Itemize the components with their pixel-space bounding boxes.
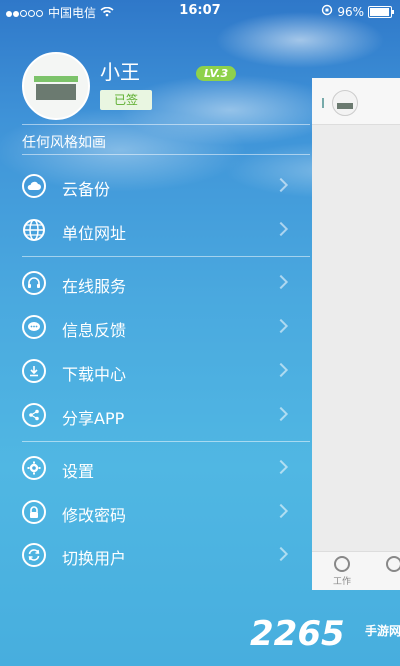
- tab-second[interactable]: [374, 556, 400, 574]
- battery-icon: [368, 5, 394, 18]
- switch-user-icon: [22, 543, 46, 567]
- avatar[interactable]: [332, 90, 358, 116]
- sign-in-button[interactable]: 已签: [100, 90, 152, 110]
- gear-icon: [22, 456, 46, 480]
- menu-item-label: 修改密码: [62, 506, 127, 525]
- menu-item-change-password[interactable]: 修改密码: [0, 492, 310, 534]
- watermark-text: 2265: [250, 614, 345, 654]
- avatar[interactable]: [22, 52, 90, 120]
- status-bar: 中国电信 16:07 96%: [0, 0, 400, 22]
- download-icon: [22, 359, 46, 383]
- tab-work[interactable]: 工作: [322, 556, 362, 587]
- lock-icon: [22, 500, 46, 524]
- tab-bar: 工作: [312, 551, 400, 590]
- cloud-icon: [22, 174, 46, 198]
- tab-label: 工作: [332, 577, 351, 587]
- divider: [22, 441, 310, 442]
- globe-icon: [22, 218, 46, 242]
- menu-item-share-app[interactable]: 分享APP: [0, 395, 310, 437]
- chevron-right-icon: [273, 406, 289, 422]
- menu-item-feedback[interactable]: 信息反馈: [0, 307, 310, 349]
- headset-icon: [22, 271, 46, 295]
- share-icon: [22, 403, 46, 427]
- main-header: [312, 78, 400, 125]
- watermark-site: 手游网: [365, 624, 400, 638]
- menu-item-switch-user[interactable]: 切换用户: [0, 535, 310, 577]
- menu-item-label: 云备份: [62, 180, 111, 199]
- briefcase-icon: [334, 556, 350, 572]
- menu-item-label: 切换用户: [62, 549, 127, 568]
- chevron-right-icon: [273, 546, 289, 562]
- menu-item-label: 下载中心: [62, 365, 127, 384]
- watermark-logo: 2265 手游网: [250, 614, 400, 654]
- more-icon[interactable]: [322, 98, 324, 108]
- chat-icon: [22, 315, 46, 339]
- divider: [22, 124, 310, 125]
- orientation-lock-icon: [321, 4, 333, 19]
- tab-icon: [386, 556, 400, 572]
- menu-item-label: 信息反馈: [62, 321, 127, 340]
- menu-item-download-center[interactable]: 下载中心: [0, 351, 310, 393]
- menu-item-settings[interactable]: 设置: [0, 448, 310, 490]
- menu-item-label: 单位网址: [62, 224, 127, 243]
- user-motto: 任何风格如画: [22, 135, 106, 151]
- menu-item-unit-website[interactable]: 单位网址: [0, 210, 310, 252]
- chevron-right-icon: [273, 177, 289, 193]
- chevron-right-icon: [273, 274, 289, 290]
- user-name: 小王: [100, 60, 140, 84]
- chevron-right-icon: [273, 362, 289, 378]
- main-content-panel[interactable]: 工作: [312, 78, 400, 590]
- profile-header: 小王 LV.3 已签: [0, 38, 310, 128]
- level-badge: LV.3: [196, 66, 237, 81]
- menu-item-cloud-backup[interactable]: 云备份: [0, 166, 310, 208]
- menu-item-label: 在线服务: [62, 277, 127, 296]
- battery-percent: 96%: [337, 4, 364, 19]
- chevron-right-icon: [273, 318, 289, 334]
- chevron-right-icon: [273, 221, 289, 237]
- chevron-right-icon: [273, 503, 289, 519]
- menu-item-label: 分享APP: [62, 409, 125, 428]
- menu-item-label: 设置: [62, 462, 95, 481]
- chevron-right-icon: [273, 459, 289, 475]
- divider: [22, 256, 310, 257]
- divider: [22, 154, 310, 155]
- menu-item-online-service[interactable]: 在线服务: [0, 263, 310, 305]
